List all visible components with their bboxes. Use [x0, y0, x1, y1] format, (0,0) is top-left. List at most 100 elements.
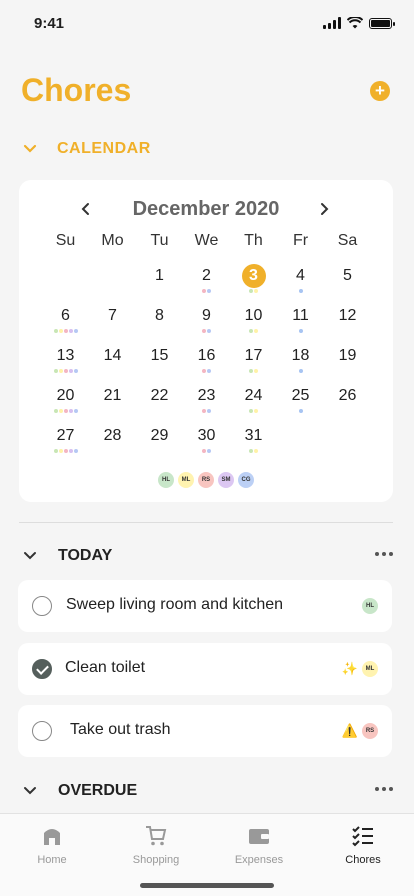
member-avatar[interactable]: CG: [238, 472, 254, 488]
calendar-empty-cell: [42, 260, 89, 300]
calendar-day[interactable]: 11: [277, 300, 324, 340]
calendar-day-number: 12: [338, 307, 357, 324]
calendar-day[interactable]: 26: [324, 380, 371, 420]
task-checkbox[interactable]: [32, 659, 52, 679]
wallet-icon: [249, 829, 269, 844]
calendar-day[interactable]: 25: [277, 380, 324, 420]
calendar-day[interactable]: 20: [42, 380, 89, 420]
tab-home[interactable]: Home: [7, 824, 97, 866]
calendar-day[interactable]: 23: [183, 380, 230, 420]
calendar-day[interactable]: 12: [324, 300, 371, 340]
tab-chores[interactable]: Chores: [318, 824, 408, 866]
task-checkbox[interactable]: [32, 596, 52, 616]
assignment-dot: [63, 409, 68, 413]
member-avatar[interactable]: HL: [158, 472, 174, 488]
calendar-day[interactable]: 3: [230, 260, 277, 300]
calendar-day[interactable]: 27: [42, 420, 89, 460]
assignment-dots: [277, 329, 324, 334]
assignment-dot: [249, 289, 253, 293]
task-meta: ✨ ML: [342, 661, 378, 677]
assignment-dots: [183, 409, 230, 414]
assignment-dot: [68, 449, 73, 453]
assignment-dot: [298, 369, 303, 373]
calendar-day[interactable]: 28: [89, 420, 136, 460]
assignee-avatar: HL: [362, 598, 378, 614]
weekday-label: We: [194, 232, 219, 249]
task-meta: HL: [362, 598, 378, 614]
calendar-day-number: 3: [241, 264, 266, 288]
calendar-day[interactable]: 13: [42, 340, 89, 380]
calendar-day-number: 9: [202, 307, 211, 324]
task-checkbox[interactable]: [32, 721, 52, 741]
task-row[interactable]: Sweep living room and kitchen HL: [18, 580, 392, 632]
assignment-dot: [249, 409, 253, 413]
assignment-dot: [63, 329, 68, 333]
calendar-day-number: 17: [244, 347, 263, 364]
overdue-section-toggle[interactable]: OVERDUE: [22, 782, 137, 800]
calendar-day-number: 21: [103, 387, 122, 404]
assignment-dot: [53, 449, 58, 453]
assignment-dots: [183, 329, 230, 334]
calendar-day[interactable]: 17: [230, 340, 277, 380]
member-avatar[interactable]: ML: [178, 472, 194, 488]
member-avatar[interactable]: RS: [198, 472, 214, 488]
calendar-day[interactable]: 30: [183, 420, 230, 460]
task-row[interactable]: Clean toilet ✨ ML: [18, 643, 392, 695]
calendar-day[interactable]: 6: [42, 300, 89, 340]
calendar-day[interactable]: 16: [183, 340, 230, 380]
today-section-toggle[interactable]: TODAY: [22, 547, 112, 565]
calendar-day[interactable]: 8: [136, 300, 183, 340]
assignment-dots: [89, 449, 136, 454]
sparkles-icon: ✨: [341, 661, 358, 676]
member-avatar[interactable]: SM: [218, 472, 234, 488]
calendar-day[interactable]: 2: [183, 260, 230, 300]
calendar-day[interactable]: 5: [324, 260, 371, 300]
assignment-dots: [136, 449, 183, 454]
calendar-day[interactable]: 9: [183, 300, 230, 340]
assignment-dots: [230, 289, 277, 294]
assignment-dots: [277, 289, 324, 294]
overdue-more-button[interactable]: [375, 787, 393, 793]
assignment-dot: [53, 369, 58, 373]
calendar-day[interactable]: 10: [230, 300, 277, 340]
calendar-day[interactable]: 1: [136, 260, 183, 300]
calendar-day[interactable]: 21: [89, 380, 136, 420]
assignment-dots: [230, 369, 277, 374]
calendar-day[interactable]: 7: [89, 300, 136, 340]
calendar-day-number: 27: [56, 427, 75, 444]
task-name: Sweep living room and kitchen: [66, 596, 284, 613]
today-more-button[interactable]: [375, 552, 393, 558]
assignment-dot: [58, 329, 63, 333]
calendar-section-toggle[interactable]: CALENDAR: [22, 140, 151, 158]
weekday-label: Su: [55, 232, 76, 249]
assignment-dots: [89, 409, 136, 414]
calendar-day-number: 31: [244, 427, 263, 444]
assignment-dot: [73, 409, 78, 413]
calendar-day-number: 8: [155, 307, 164, 324]
calendar-day[interactable]: 15: [136, 340, 183, 380]
calendar-card: December 2020 Su Mo Tu We Th Fr Sa 1 2 3 4 5 6 7 8 9 10…: [19, 180, 393, 502]
calendar-day[interactable]: 24: [230, 380, 277, 420]
calendar-day[interactable]: 29: [136, 420, 183, 460]
assignment-dot: [58, 409, 63, 413]
weekday-label: Th: [244, 232, 263, 249]
status-icons: [323, 17, 395, 29]
add-chore-button[interactable]: +: [370, 81, 390, 101]
calendar-day[interactable]: 22: [136, 380, 183, 420]
calendar-week-row: 20 21 22 23 24 25 26: [42, 380, 370, 420]
assignment-dots: [42, 369, 89, 374]
task-row[interactable]: Take out trash ⚠️ RS: [18, 705, 392, 757]
calendar-day[interactable]: 31: [230, 420, 277, 460]
task-name: Clean toilet: [65, 659, 146, 676]
calendar-day[interactable]: 4: [277, 260, 324, 300]
assignment-dots: [324, 409, 371, 414]
assignment-dot: [202, 369, 206, 373]
assignment-dots: [89, 369, 136, 374]
calendar-week-row: 1 2 3 4 5: [42, 260, 370, 300]
calendar-day[interactable]: 14: [89, 340, 136, 380]
tab-shopping[interactable]: Shopping: [111, 824, 201, 866]
calendar-day[interactable]: 19: [324, 340, 371, 380]
calendar-day[interactable]: 18: [277, 340, 324, 380]
tab-expenses[interactable]: Expenses: [214, 824, 304, 866]
next-month-button[interactable]: [317, 202, 331, 216]
